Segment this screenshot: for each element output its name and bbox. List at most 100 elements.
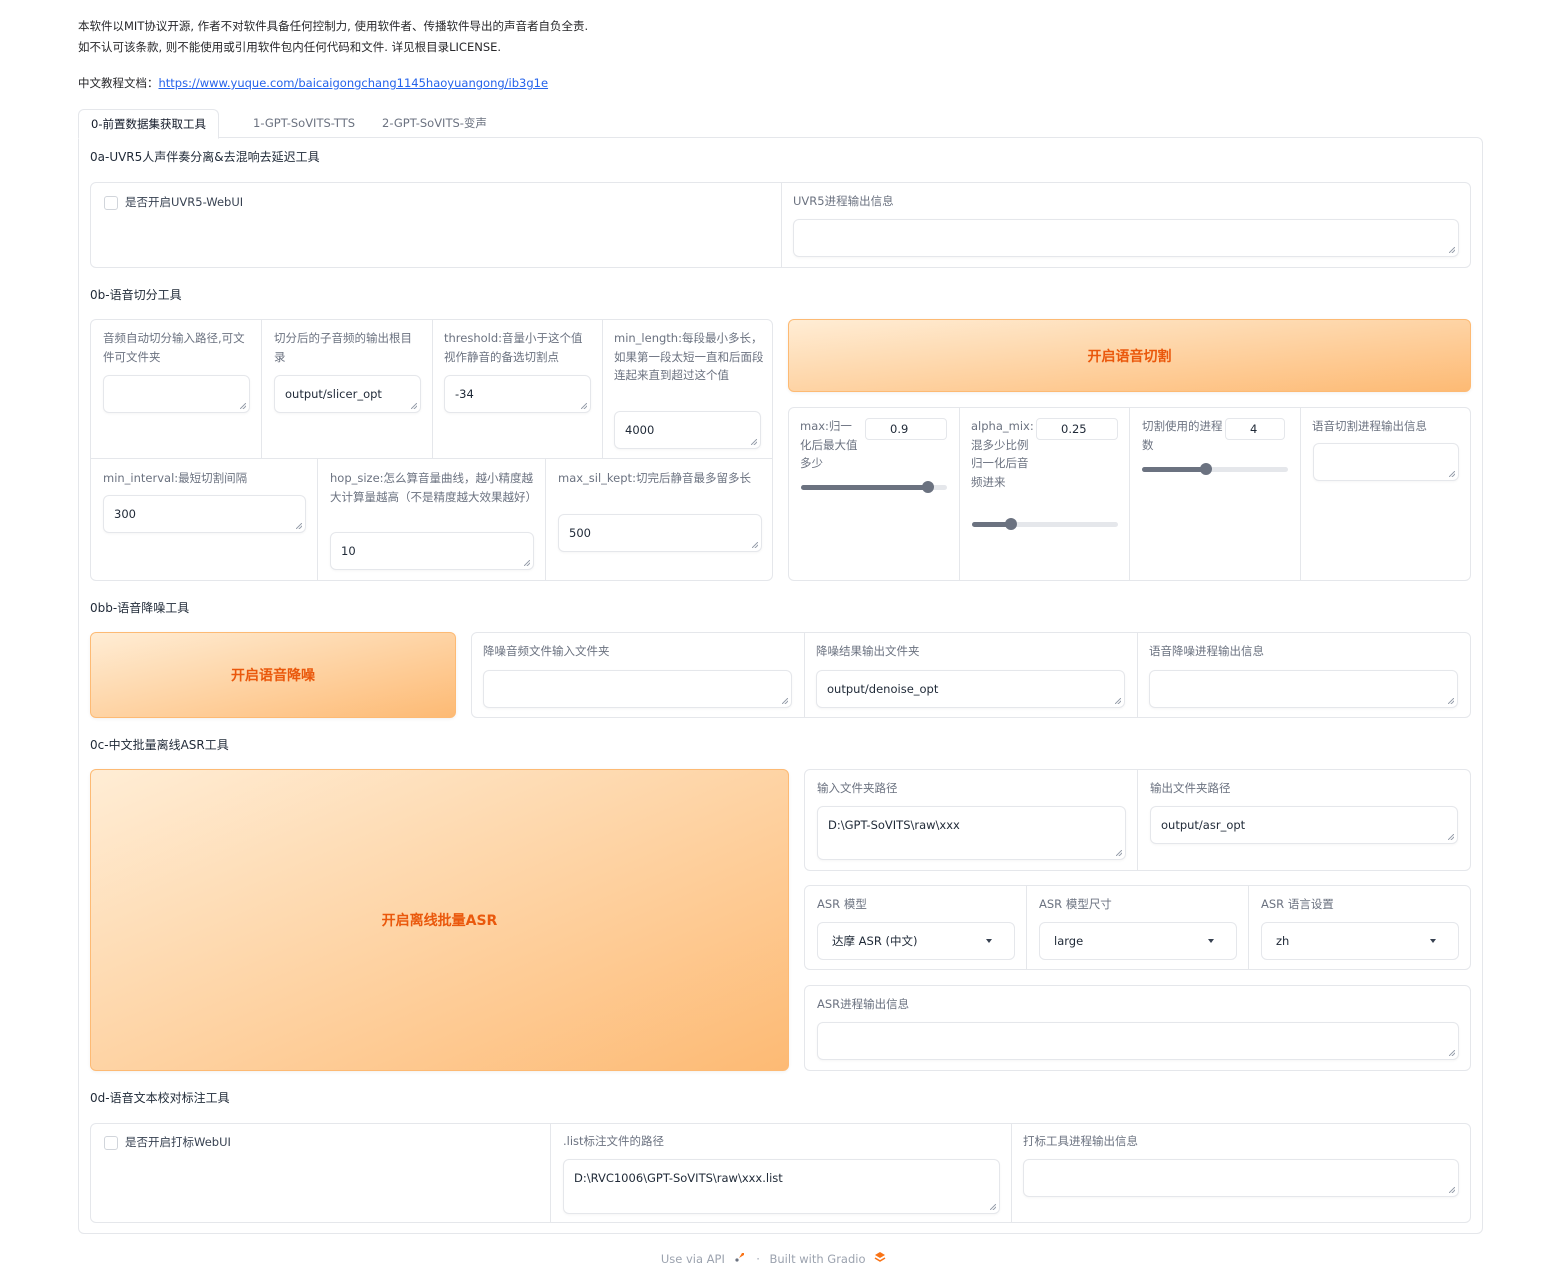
- denoise-output-dir-cell: 降噪结果输出文件夹 output/denoise_opt: [805, 633, 1138, 717]
- slicer-hop-size-cell: hop_size:怎么算音量曲线，越小精度越大计算量越高（不是精度越大效果越好）…: [318, 459, 546, 580]
- footer: Use via API · Built with Gradio: [0, 1250, 1548, 1267]
- asr-size-dropdown[interactable]: large: [1039, 922, 1237, 960]
- license-notice-line-2: 如不认可该条款, 则不能使用或引用软件包内任何代码和文件. 详见根目录LICEN…: [78, 40, 502, 54]
- uvr5-output-label: UVR5进程输出信息: [793, 194, 894, 208]
- denoise-output-label: 语音降噪进程输出信息: [1149, 644, 1264, 658]
- slicer-alpha-slider[interactable]: [972, 518, 1118, 530]
- uvr5-webui-checkbox[interactable]: [104, 196, 118, 210]
- denoise-output-dir-textbox[interactable]: output/denoise_opt: [816, 670, 1125, 708]
- tab-dataset-tools[interactable]: 0-前置数据集获取工具: [78, 109, 219, 139]
- tab-gpt-sovits-tts[interactable]: 1-GPT-SoVITS-TTS: [241, 109, 367, 139]
- tab-bar: 0-前置数据集获取工具 1-GPT-SoVITS-TTS 2-GPT-SoVIT…: [78, 109, 1483, 139]
- slicer-hop-size-label: hop_size:怎么算音量曲线，越小精度越大计算量越高（不是精度越大效果越好）: [330, 471, 537, 504]
- asr-lang-value: zh: [1276, 934, 1290, 948]
- asr-output-dir-textbox[interactable]: output/asr_opt: [1150, 806, 1458, 844]
- slicer-alpha-label: alpha_mix:混多少比例归一化后音频进来: [971, 419, 1034, 489]
- labeling-webui-checkbox[interactable]: [104, 1136, 118, 1150]
- slicer-hop-size-textbox[interactable]: 10: [330, 532, 534, 570]
- denoise-row: 降噪音频文件输入文件夹 降噪结果输出文件夹 output/denoise_opt…: [471, 632, 1471, 718]
- uvr5-webui-checkbox-label[interactable]: 是否开启UVR5-WebUI: [125, 193, 243, 212]
- asr-model-dropdown[interactable]: 达摩 ASR (中文): [817, 922, 1015, 960]
- slicer-max-slider-thumb[interactable]: [922, 481, 935, 493]
- slicer-min-interval-textbox[interactable]: 300: [103, 495, 306, 533]
- asr-size-value: large: [1054, 934, 1084, 948]
- asr-lang-chevron-down-icon: [1430, 939, 1436, 943]
- denoise-output-cell: 语音降噪进程输出信息: [1138, 633, 1470, 717]
- license-notice-line-1: 本软件以MIT协议开源, 作者不对软件具备任何控制力, 使用软件者、传播软件导出…: [78, 19, 589, 33]
- slicer-alpha-slider-thumb[interactable]: [1005, 518, 1018, 530]
- use-via-api-link[interactable]: Use via API: [661, 1252, 725, 1266]
- slicer-max-slider[interactable]: [801, 481, 947, 493]
- slicer-threshold-textbox[interactable]: -34: [444, 375, 591, 413]
- slicer-procs-slider-thumb[interactable]: [1200, 463, 1213, 475]
- labeling-webui-checkbox-label[interactable]: 是否开启打标WebUI: [125, 1133, 231, 1152]
- slicer-output-dir-label: 切分后的子音频的输出根目录: [274, 331, 412, 364]
- asr-model-cell: ASR 模型 达摩 ASR (中文): [805, 886, 1027, 969]
- slicer-params-box: 音频自动切分输入路径,可文件可文件夹 切分后的子音频的输出根目录 output/…: [90, 319, 773, 581]
- slicer-min-length-cell: min_length:每段最小多长，如果第一段太短一直和后面段连起来直到超过这个…: [603, 320, 772, 458]
- asr-output-row: ASR进程输出信息: [804, 985, 1471, 1071]
- labeling-output-cell: 打标工具进程输出信息: [1012, 1124, 1470, 1222]
- denoise-section-title: 0bb-语音降噪工具: [90, 601, 190, 615]
- asr-model-label: ASR 模型: [817, 897, 867, 911]
- slicer-output-dir-cell: 切分后的子音频的输出根目录 output/slicer_opt: [262, 320, 433, 458]
- slicer-procs-slider-fill: [1142, 467, 1207, 472]
- slicer-input-path-cell: 音频自动切分输入路径,可文件可文件夹: [91, 320, 262, 458]
- slicer-alpha-cell: alpha_mix:混多少比例归一化后音频进来 0.25: [960, 408, 1130, 580]
- tutorial-link[interactable]: https://www.yuque.com/baicaigongchang114…: [159, 76, 549, 90]
- built-with-gradio-link[interactable]: Built with Gradio: [770, 1252, 866, 1266]
- slicer-settings-box: max:归一化后最大值多少 0.9 alpha_mix:混多少比例归一化后音频进…: [788, 407, 1471, 581]
- slicer-max-slider-fill: [801, 485, 929, 490]
- slicer-max-number[interactable]: 0.9: [865, 418, 947, 440]
- slicer-output-textbox[interactable]: [1313, 443, 1459, 481]
- start-denoise-button[interactable]: 开启语音降噪: [90, 632, 456, 718]
- asr-size-label: ASR 模型尺寸: [1039, 897, 1112, 911]
- slicer-params-top-row: 音频自动切分输入路径,可文件可文件夹 切分后的子音频的输出根目录 output/…: [91, 320, 772, 459]
- slicer-section-title: 0b-语音切分工具: [90, 288, 182, 302]
- slicer-max-cell: max:归一化后最大值多少 0.9: [789, 408, 960, 580]
- slicer-procs-slider[interactable]: [1142, 463, 1288, 475]
- slicer-max-label: max:归一化后最大值多少: [800, 419, 858, 470]
- uvr5-output-cell: UVR5进程输出信息: [782, 183, 1470, 267]
- asr-input-dir-textbox[interactable]: D:\GPT-SoVITS\raw\xxx: [817, 806, 1126, 860]
- slicer-procs-label: 切割使用的进程数: [1142, 419, 1223, 452]
- slicer-input-path-textbox[interactable]: [103, 375, 250, 413]
- license-notice: 本软件以MIT协议开源, 作者不对软件具备任何控制力, 使用软件者、传播软件导出…: [78, 16, 588, 58]
- slicer-min-interval-label: min_interval:最短切割间隔: [103, 471, 248, 485]
- start-slicing-button[interactable]: 开启语音切割: [788, 319, 1471, 392]
- labeling-list-textbox[interactable]: D:\RVC1006\GPT-SoVITS\raw\xxx.list: [563, 1159, 1000, 1214]
- asr-lang-dropdown[interactable]: zh: [1261, 922, 1459, 960]
- slicer-output-dir-textbox[interactable]: output/slicer_opt: [274, 375, 421, 413]
- slicer-params-bottom-row: min_interval:最短切割间隔 300 hop_size:怎么算音量曲线…: [91, 459, 772, 580]
- denoise-input-textbox[interactable]: [483, 670, 792, 708]
- labeling-output-label: 打标工具进程输出信息: [1023, 1134, 1138, 1148]
- asr-size-chevron-down-icon: [1208, 939, 1214, 943]
- denoise-input-cell: 降噪音频文件输入文件夹: [472, 633, 805, 717]
- slicer-procs-cell: 切割使用的进程数 4: [1130, 408, 1301, 580]
- labeling-output-textbox[interactable]: [1023, 1159, 1459, 1197]
- start-asr-button[interactable]: 开启离线批量ASR: [90, 769, 789, 1071]
- asr-output-textbox[interactable]: [817, 1022, 1459, 1060]
- slicer-threshold-cell: threshold:音量小于这个值视作静音的备选切割点 -34: [433, 320, 603, 458]
- slicer-output-label: 语音切割进程输出信息: [1312, 419, 1427, 433]
- slicer-output-cell: 语音切割进程输出信息: [1301, 408, 1470, 580]
- denoise-input-label: 降噪音频文件输入文件夹: [483, 644, 610, 658]
- slicer-procs-number[interactable]: 4: [1225, 418, 1285, 440]
- denoise-output-dir-label: 降噪结果输出文件夹: [816, 644, 920, 658]
- denoise-output-textbox[interactable]: [1149, 670, 1458, 708]
- uvr5-output-textbox[interactable]: [793, 219, 1459, 257]
- asr-paths-row: 输入文件夹路径 D:\GPT-SoVITS\raw\xxx 输出文件夹路径 ou…: [804, 769, 1471, 871]
- slicer-max-sil-textbox[interactable]: 500: [558, 514, 762, 552]
- footer-separator: ·: [756, 1251, 760, 1266]
- tab-gpt-sovits-voice-change[interactable]: 2-GPT-SoVITS-变声: [370, 109, 499, 139]
- slicer-min-length-textbox[interactable]: 4000: [614, 411, 761, 449]
- asr-output-dir-cell: 输出文件夹路径 output/asr_opt: [1138, 770, 1470, 870]
- labeling-list-cell: .list标注文件的路径 D:\RVC1006\GPT-SoVITS\raw\x…: [551, 1124, 1012, 1222]
- slicer-alpha-number[interactable]: 0.25: [1036, 418, 1118, 440]
- asr-output-label: ASR进程输出信息: [817, 997, 910, 1011]
- slicer-min-length-label: min_length:每段最小多长，如果第一段太短一直和后面段连起来直到超过这个…: [614, 331, 764, 382]
- uvr5-checkbox-cell: 是否开启UVR5-WebUI: [91, 183, 782, 267]
- asr-section-title: 0c-中文批量离线ASR工具: [90, 738, 229, 752]
- asr-model-value: 达摩 ASR (中文): [832, 934, 918, 948]
- slicer-input-path-label: 音频自动切分输入路径,可文件可文件夹: [103, 331, 245, 364]
